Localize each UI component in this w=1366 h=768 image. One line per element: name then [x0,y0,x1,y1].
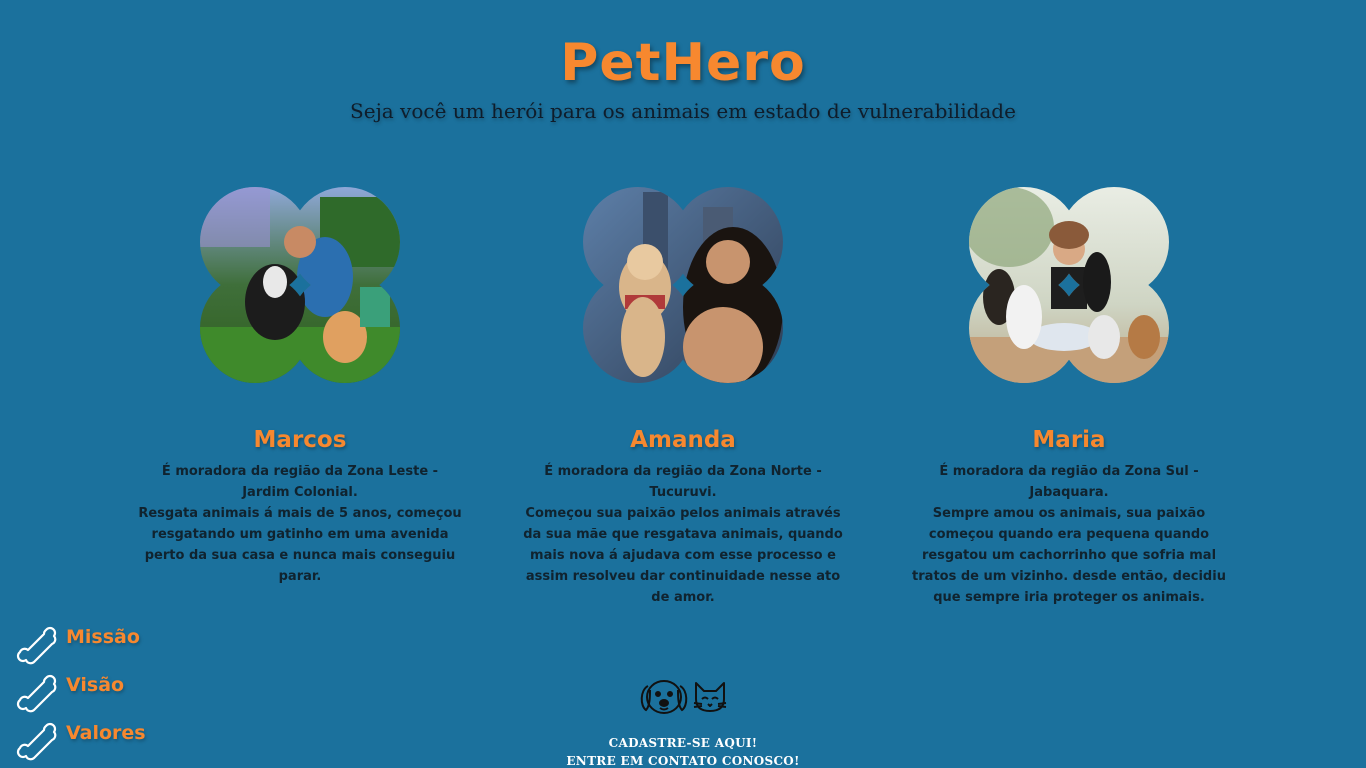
hero-description: É moradora da região da Zona Sul - Jabaq… [912,464,1226,605]
photo-woman-with-shiba-dog [583,187,783,383]
brand-logo: PetHero [560,33,806,93]
hero-name: Marcos [253,427,347,453]
hero-name: Maria [1032,427,1106,453]
hero-description: É moradora da região da Zona Norte - Tuc… [523,464,843,605]
page-footer: CADASTRE-SE AQUI! ENTRE EM CONTATO CONOS… [0,676,1366,768]
pets-logo [638,676,728,716]
hero-photo [200,187,400,383]
page-tagline: Seja você um herói para os animais em es… [350,99,1016,123]
photo-woman-with-many-dogs [969,187,1169,383]
photo-man-with-dog-and-cat [200,187,400,383]
menu-item-missao[interactable]: Missão [16,622,146,670]
cat-face-icon [693,682,727,712]
hero-photo [583,187,783,383]
hero-card-maria: Maria É moradora da região da Zona Sul -… [904,187,1234,608]
call-to-action: CADASTRE-SE AQUI! ENTRE EM CONTATO CONOS… [0,734,1366,768]
register-link[interactable]: CADASTRE-SE AQUI! [0,734,1366,752]
menu-item-label: Missão [66,626,140,648]
page-header: PetHero Seja você um herói para os anima… [0,28,1366,124]
hero-name: Amanda [630,427,736,453]
bone-icon [16,626,57,665]
hero-photo [969,187,1169,383]
contact-link[interactable]: ENTRE EM CONTATO CONOSCO! [0,752,1366,768]
dog-face-icon [640,680,688,714]
hero-card-marcos: Marcos É moradora da região da Zona Lest… [135,187,465,587]
hero-description: É moradora da região da Zona Leste - Jar… [138,464,462,584]
hero-card-amanda: Amanda É moradora da região da Zona Nort… [518,187,848,608]
